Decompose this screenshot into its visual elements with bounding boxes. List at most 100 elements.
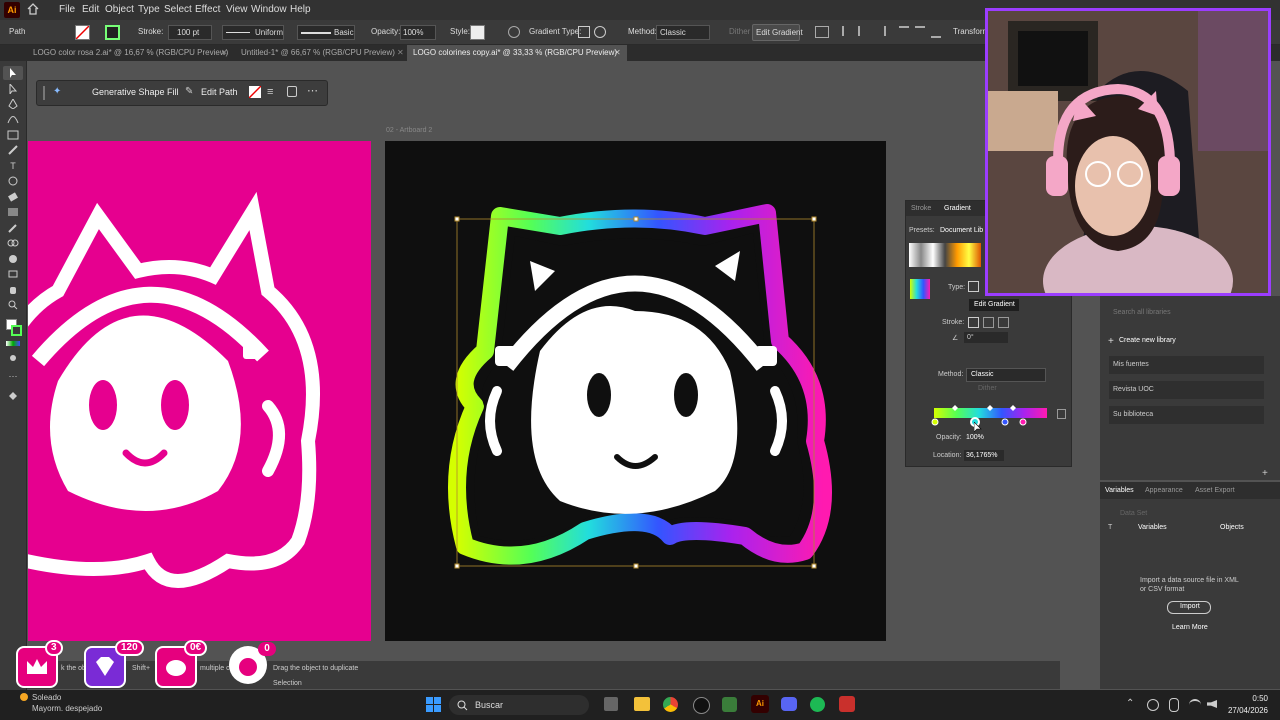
shape-builder-tool-icon[interactable] xyxy=(7,254,19,264)
dither-checkbox[interactable]: Dither xyxy=(978,385,997,392)
stroke-color-swatch[interactable] xyxy=(11,325,22,336)
menu-view[interactable]: View xyxy=(226,4,248,15)
windows-start-icon[interactable] xyxy=(426,697,442,713)
location-field[interactable]: 36,1765% xyxy=(964,450,1004,461)
menu-file[interactable]: File xyxy=(59,4,75,15)
method-select[interactable]: Classic xyxy=(656,25,710,40)
style-swatch[interactable] xyxy=(470,25,485,40)
clock-time[interactable]: 0:50 xyxy=(1224,694,1268,703)
stroke-across-icon[interactable] xyxy=(998,317,1009,328)
color-mode-buttons[interactable] xyxy=(6,341,20,346)
learn-more-link[interactable]: Learn More xyxy=(1172,624,1208,631)
stroke-within-icon[interactable] xyxy=(968,317,979,328)
tab-logo-colorines[interactable]: LOGO colorines copy.ai* @ 33,33 % (RGB/C… xyxy=(413,48,617,57)
list-item[interactable]: Revista UOC xyxy=(1109,381,1264,399)
lock-icon[interactable] xyxy=(287,86,297,97)
draw-mode-icon[interactable] xyxy=(7,353,19,363)
menu-effect[interactable]: Effect xyxy=(195,4,220,15)
tab-asset-export[interactable]: Asset Export xyxy=(1195,487,1235,494)
volume-icon[interactable] xyxy=(1207,700,1217,708)
drag-handle[interactable] xyxy=(43,86,45,100)
objects-column-header[interactable]: Objects xyxy=(1220,524,1244,531)
gradient-presets[interactable] xyxy=(909,243,981,267)
variables-column-header[interactable]: Variables xyxy=(1138,524,1167,531)
align-top-icon[interactable] xyxy=(899,26,909,38)
tab-appearance[interactable]: Appearance xyxy=(1145,487,1183,494)
menu-lines-icon[interactable]: ≡ xyxy=(267,86,273,98)
spotify-icon[interactable] xyxy=(810,697,825,712)
tab-gradient[interactable]: Gradient xyxy=(944,205,971,212)
weather-condition[interactable]: Soleado xyxy=(32,693,61,702)
edit-gradient-button[interactable]: Edit Gradient xyxy=(752,24,803,41)
gradient-tool-icon[interactable] xyxy=(7,207,19,217)
add-icon[interactable]: + xyxy=(1262,468,1268,479)
trash-icon[interactable] xyxy=(1057,409,1066,419)
radial-gradient-icon[interactable] xyxy=(594,26,606,38)
library-search-input[interactable]: Search all libraries xyxy=(1113,309,1171,316)
menu-window[interactable]: Window xyxy=(251,4,287,15)
menu-help[interactable]: Help xyxy=(290,4,311,15)
rectangle-tool-icon[interactable] xyxy=(7,130,19,140)
zoom-tool-icon[interactable] xyxy=(7,300,19,310)
align-middle-icon[interactable] xyxy=(915,26,925,38)
pen-tool-icon[interactable] xyxy=(7,99,19,109)
blend-tool-icon[interactable] xyxy=(7,238,19,248)
close-icon[interactable]: ✕ xyxy=(221,48,228,57)
app-icon-red[interactable] xyxy=(839,696,855,712)
artboard-tool-icon[interactable] xyxy=(7,269,19,279)
rotate-tool-icon[interactable] xyxy=(7,176,19,186)
linear-gradient-icon[interactable] xyxy=(578,26,590,38)
align-object-icon[interactable] xyxy=(815,26,829,38)
align-left-icon[interactable] xyxy=(842,26,854,36)
menu-select[interactable]: Select xyxy=(164,4,192,15)
illustrator-taskbar-icon[interactable]: Ai xyxy=(751,695,769,713)
fill-swatch[interactable] xyxy=(75,25,90,40)
artboard-black[interactable] xyxy=(385,141,886,641)
linear-type-icon[interactable] xyxy=(968,281,979,292)
align-right-icon[interactable] xyxy=(874,26,886,36)
none-fill-icon[interactable] xyxy=(249,86,261,98)
recolor-icon[interactable] xyxy=(508,26,520,38)
generative-shape-fill-button[interactable]: Generative Shape Fill xyxy=(92,87,179,97)
wifi-icon[interactable] xyxy=(1189,699,1201,711)
tray-icon[interactable] xyxy=(1147,699,1159,711)
stroke-weight-field[interactable]: 100 pt xyxy=(168,25,212,40)
weather-detail[interactable]: Mayorm. despejado xyxy=(32,704,102,713)
tab-stroke[interactable]: Stroke xyxy=(911,205,931,212)
task-view-icon[interactable] xyxy=(604,697,618,711)
tab-logo-color-rosa[interactable]: LOGO color rosa 2.ai* @ 16,67 % (RGB/CPU… xyxy=(33,48,228,57)
more-options-icon[interactable]: ⋯ xyxy=(307,84,318,97)
artboard-pink[interactable] xyxy=(28,141,371,641)
stroke-swatch[interactable] xyxy=(105,25,120,40)
stroke-along-icon[interactable] xyxy=(983,317,994,328)
eraser-tool-icon[interactable] xyxy=(7,192,19,202)
direct-selection-tool-icon[interactable] xyxy=(7,84,19,94)
chrome-icon[interactable] xyxy=(663,697,678,712)
menu-edit[interactable]: Edit xyxy=(82,4,99,15)
angle-field[interactable]: 0° xyxy=(964,332,1008,343)
hand-tool-icon[interactable] xyxy=(7,285,19,295)
obs-icon[interactable] xyxy=(693,697,710,714)
clock-date[interactable]: 27/04/2026 xyxy=(1224,706,1268,715)
opacity-field[interactable]: 100% xyxy=(400,25,436,40)
menu-object[interactable]: Object xyxy=(105,4,134,15)
app-icon[interactable] xyxy=(722,697,737,712)
paintbrush-tool-icon[interactable] xyxy=(7,145,19,155)
close-icon[interactable]: ✕ xyxy=(614,48,621,57)
tab-variables[interactable]: Variables xyxy=(1105,487,1134,494)
gradient-stops[interactable] xyxy=(930,402,1055,430)
discord-icon[interactable] xyxy=(781,697,797,711)
transform-link[interactable]: Transform xyxy=(953,27,989,36)
create-new-library-button[interactable]: Create new library xyxy=(1119,337,1176,344)
chevron-up-icon[interactable]: ⌃ xyxy=(1126,698,1134,709)
edit-toolbar-icon[interactable] xyxy=(7,391,19,401)
menu-type[interactable]: Type xyxy=(138,4,160,15)
microphone-icon[interactable] xyxy=(1169,698,1179,712)
gradient-fill-swatch[interactable] xyxy=(910,279,930,299)
dither-label[interactable]: Dither xyxy=(729,27,750,36)
opacity-field[interactable]: 100% xyxy=(966,434,984,441)
edit-path-button[interactable]: Edit Path xyxy=(201,87,238,97)
taskbar-search[interactable]: Buscar xyxy=(449,695,589,715)
close-icon[interactable]: ✕ xyxy=(397,48,404,57)
home-icon[interactable] xyxy=(26,2,40,16)
